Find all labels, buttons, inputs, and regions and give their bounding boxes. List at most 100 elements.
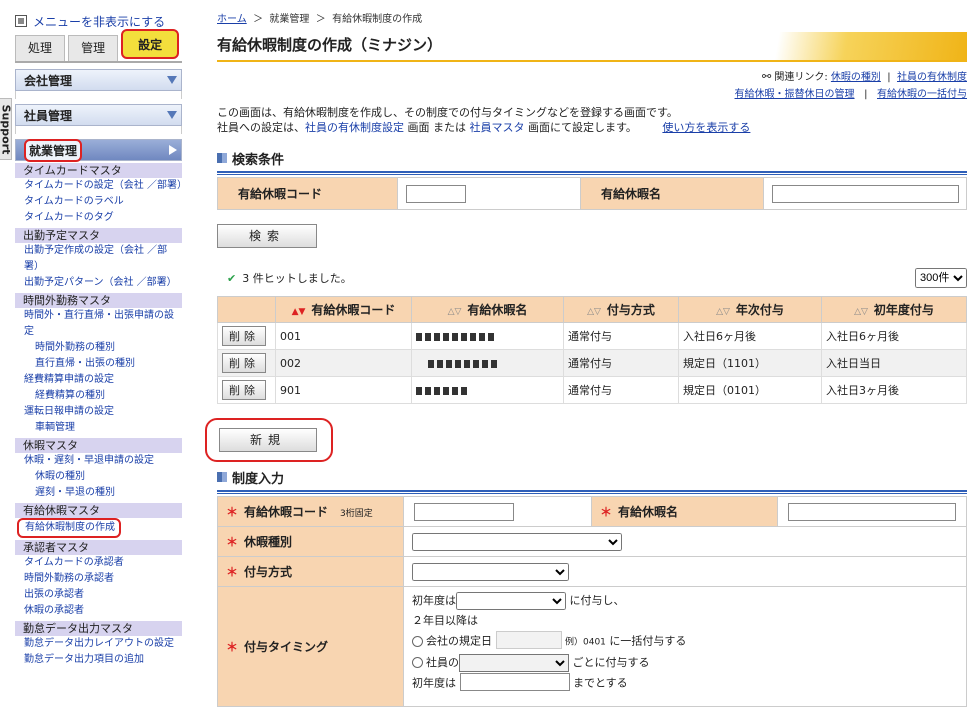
tab-settings[interactable]: 設定 (121, 29, 179, 59)
sidebar-link[interactable]: 運転日報申請の設定 (15, 404, 182, 420)
search-name-label: 有給休暇名 (580, 177, 764, 210)
check-icon: ✔ (227, 272, 237, 285)
menu-work[interactable]: 就業管理 (15, 138, 182, 162)
employee-basis-select[interactable] (459, 653, 569, 672)
search-name-input[interactable] (772, 184, 959, 203)
related-link-employee-leave[interactable]: 社員の有休制度 (897, 72, 967, 83)
col-first[interactable]: △▽ 初年度付与 (821, 296, 967, 323)
first-year-cutoff-input[interactable] (459, 672, 570, 691)
sidebar-link[interactable]: 出張の承認者 (15, 587, 182, 603)
related-link-leave-management[interactable]: 有給休暇・振替休日の管理 (735, 89, 855, 100)
radio-employee-basis[interactable] (412, 657, 423, 668)
tab-process[interactable]: 処理 (15, 35, 66, 61)
table-row: 削除 001 通常付与 入社日6ヶ月後 入社日6ヶ月後 (217, 322, 967, 350)
sidebar-link[interactable]: 出勤予定作成の設定（会社 ／部署） (15, 243, 182, 275)
sidebar-link[interactable]: 時間外勤務の種別 (15, 340, 182, 356)
sidebar-section-title: 有給休暇マスタ (15, 503, 182, 518)
new-button-highlight: 新規 (205, 418, 333, 462)
sidebar-link[interactable]: 有給休暇制度の作成 (17, 518, 121, 538)
sidebar-tabs: 処理 管理 設定 (15, 29, 182, 63)
related-link-leave-types[interactable]: 休暇の種別 (831, 72, 881, 83)
search-code-label: 有給休暇コード (217, 177, 398, 210)
chevron-down-icon (167, 111, 177, 119)
name-input[interactable] (788, 502, 956, 521)
sidebar-link[interactable]: タイムカードの設定（会社 ／部署） (15, 178, 187, 194)
menu-toggle-icon (15, 15, 27, 27)
search-form: 有給休暇コード 有給休暇名 (217, 177, 967, 210)
main-content: ホーム ＞ 就業管理 ＞ 有給休暇制度の作成 有給休暇制度の作成（ミナジン） ⚯… (205, 10, 967, 707)
leave-type-select[interactable] (412, 532, 622, 551)
search-code-input[interactable] (406, 184, 466, 203)
radio-company-date[interactable] (412, 636, 423, 647)
link-chain-icon: ⚯ (761, 70, 772, 83)
delete-button[interactable]: 削除 (222, 380, 266, 400)
related-links: ⚯ 関連リンク: 休暇の種別 | 社員の有休制度 有給休暇・振替休日の管理 | … (734, 70, 967, 100)
search-heading: 検索条件 (217, 149, 967, 168)
sidebar-section-title: 出勤予定マスタ (15, 228, 182, 243)
redacted-name (411, 376, 564, 404)
title-bar: 有給休暇制度の作成（ミナジン） (217, 32, 967, 62)
sidebar-link[interactable]: 休暇の種別 (15, 469, 182, 485)
per-page-select[interactable]: 300件 (915, 268, 967, 288)
section-square-icon (217, 153, 227, 163)
hit-count: 3 件ヒットしました。 (242, 272, 352, 285)
sidebar-link[interactable]: 車輌管理 (15, 420, 182, 436)
sidebar-sections: タイムカードマスタ タイムカードの設定（会社 ／部署） タイムカードのラベル タイムカ… (15, 163, 187, 668)
sidebar-link[interactable]: 時間外勤務の承認者 (15, 571, 182, 587)
sidebar-section-title: 時間外勤務マスタ (15, 293, 182, 308)
menu-employee[interactable]: 社員管理 (15, 104, 182, 126)
col-code[interactable]: ▲▼ 有給休暇コード (275, 296, 412, 323)
sidebar-link[interactable]: 時間外・直行直帰・出張申請の設定 (15, 308, 182, 340)
menu-company[interactable]: 会社管理 (15, 69, 182, 91)
sort-icon: △▽ (854, 307, 868, 317)
results-table: ▲▼ 有給休暇コード △▽ 有給休暇名 △▽ 付与方式 △▽ 年次付与 △▽ 初年度付与 … (217, 296, 967, 404)
sidebar-link[interactable]: 勤怠データ出力項目の追加 (15, 652, 182, 668)
sidebar-link[interactable]: 休暇・遅刻・早退申請の設定 (15, 453, 182, 469)
sidebar-link[interactable]: 経費精算申請の設定 (15, 372, 182, 388)
sidebar-section-title: タイムカードマスタ (15, 163, 182, 178)
table-row: 削除 901 通常付与 規定日（0101） 入社日3ヶ月後 (217, 376, 967, 404)
sidebar-link[interactable]: タイムカードのタグ (15, 210, 182, 226)
howto-link[interactable]: 使い方を表示する (662, 121, 750, 134)
company-date-input[interactable] (495, 631, 562, 649)
sidebar-link[interactable]: 遅刻・早退の種別 (15, 485, 182, 501)
first-year-select[interactable] (456, 592, 566, 610)
chevron-right-icon (169, 145, 177, 155)
sidebar-link[interactable]: タイムカードの承認者 (15, 555, 182, 571)
sidebar-link[interactable]: 勤怠データ出力レイアウトの設定 (15, 636, 182, 652)
input-form: ＊有給休暇コード 3桁固定 ＊有給休暇名 ＊休暇種別 ＊付与方式 ＊付与タイミング… (217, 496, 967, 707)
sidebar-link[interactable]: 出勤予定パターン（会社 ／部署） (15, 275, 182, 291)
sort-icon: △▽ (716, 307, 730, 317)
col-method[interactable]: △▽ 付与方式 (563, 296, 679, 323)
tab-manage[interactable]: 管理 (68, 35, 119, 61)
breadcrumb-home[interactable]: ホーム (217, 14, 247, 25)
sidebar-section-title: 勤怠データ出力マスタ (15, 621, 182, 636)
sidebar-section-title: 承認者マスタ (15, 540, 182, 555)
chevron-down-icon (167, 76, 177, 84)
table-row: 削除 002 通常付与 規定日（1101） 入社日当日 (217, 349, 967, 377)
link-employee-leave-setting[interactable]: 社員の有休制度設定 (305, 121, 404, 134)
link-employee-master[interactable]: 社員マスタ (470, 121, 525, 134)
sort-icon: △▽ (447, 307, 462, 317)
hit-row: ✔ 3 件ヒットしました。 300件 (217, 268, 967, 288)
col-annual[interactable]: △▽ 年次付与 (678, 296, 822, 323)
sidebar-link[interactable]: 経費精算の種別 (15, 388, 182, 404)
breadcrumb-level1: 就業管理 (269, 14, 310, 25)
section-square-icon (217, 472, 227, 482)
search-button[interactable]: 検索 (217, 224, 317, 248)
sort-icon: ▲▼ (291, 307, 306, 317)
new-button[interactable]: 新規 (219, 428, 317, 452)
delete-button[interactable]: 削除 (222, 353, 266, 373)
sidebar-link[interactable]: タイムカードのラベル (15, 194, 182, 210)
sidebar-link[interactable]: 休暇の承認者 (15, 603, 182, 619)
related-link-bulk-grant[interactable]: 有給休暇の一括付与 (877, 89, 967, 100)
support-tab[interactable]: Support (0, 98, 13, 160)
col-name[interactable]: △▽ 有給休暇名 (411, 296, 564, 323)
method-select[interactable] (412, 562, 569, 581)
page-title: 有給休暇制度の作成（ミナジン） (217, 36, 443, 54)
code-input[interactable] (414, 502, 514, 521)
redacted-name (411, 349, 564, 377)
delete-button[interactable]: 削除 (222, 326, 266, 346)
sidebar-link[interactable]: 直行直帰・出張の種別 (15, 356, 182, 372)
page-description: この画面は、有給休暇制度を作成し、その制度での付与タイミングなどを登録する画面で… (217, 106, 751, 134)
